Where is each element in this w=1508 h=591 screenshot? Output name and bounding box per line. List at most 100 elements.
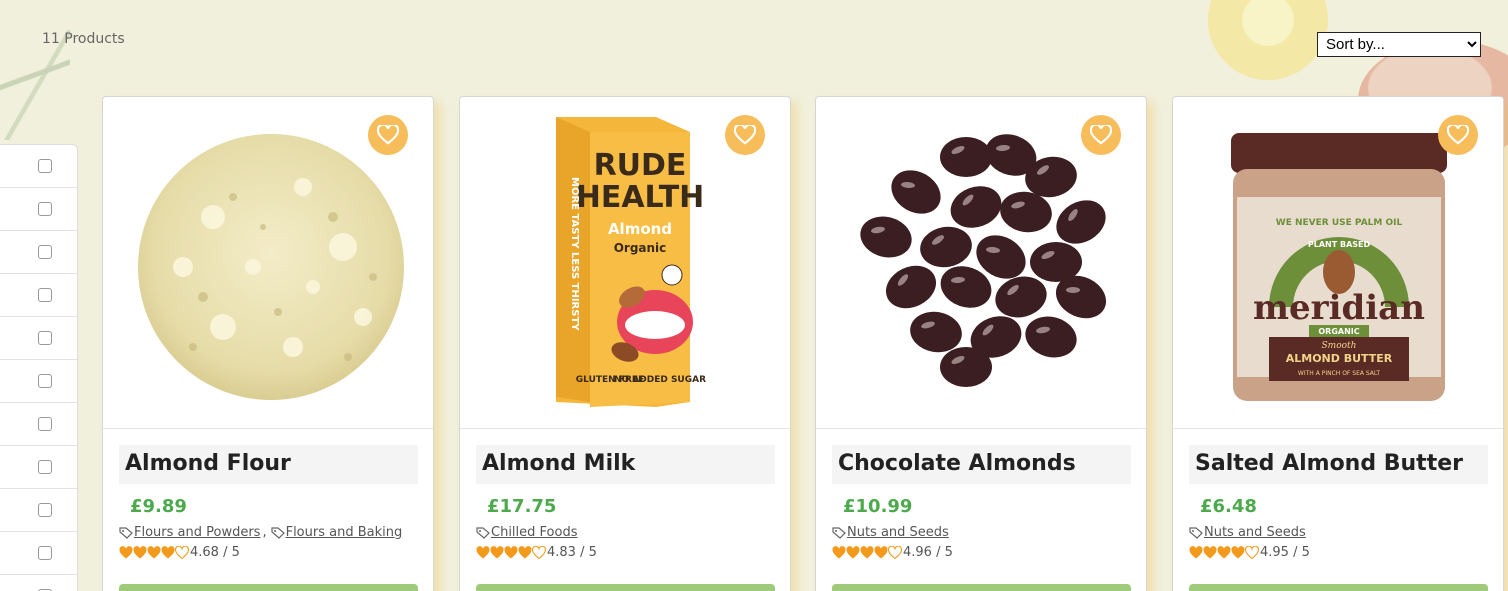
jar-tag: WITH A PINCH OF SEA SALT [1298,370,1381,377]
jar-sub-text: PLANT BASED [1308,240,1371,249]
rating-heart-filled-icon [1203,546,1217,559]
rating-heart-filled-icon [133,546,147,559]
filter-row [0,446,77,489]
rating-text: 4.83 / 5 [547,545,597,560]
rating-hearts [476,546,546,559]
chocolate-almond [891,170,941,214]
product-price: £6.48 [1200,496,1257,517]
filter-checkbox[interactable] [38,288,52,302]
jar-organic: ORGANIC [1318,327,1359,336]
filter-checkbox[interactable] [38,546,52,560]
rating-text: 4.96 / 5 [903,545,953,560]
product-image[interactable] [103,97,433,429]
jar-product: ALMOND BUTTER [1286,352,1393,365]
favorite-button[interactable] [725,115,765,155]
product-rating: 4.96 / 5 [832,545,953,560]
favorite-button[interactable] [1438,115,1478,155]
filter-row [0,575,77,591]
tag-icon [476,526,490,539]
add-to-basket-button[interactable] [476,584,775,591]
filter-row [0,360,77,403]
filter-row [0,489,77,532]
product-categories: Flours and Powders, Flours and Baking [119,525,402,540]
product-card[interactable]: Chocolate Almonds £10.99 Nuts and Seeds … [815,96,1147,591]
add-to-basket-button[interactable] [1189,584,1488,591]
carton-variant: Organic [614,241,667,255]
product-rating: 4.68 / 5 [119,545,240,560]
rating-heart-empty-icon [175,546,189,559]
filter-row [0,145,77,188]
filter-row [0,274,77,317]
carton-flavor: Almond [608,220,672,238]
add-to-basket-button[interactable] [119,584,418,591]
rating-heart-filled-icon [490,546,504,559]
category-link[interactable]: Nuts and Seeds [1204,525,1306,540]
chocolate-almond [1025,316,1077,358]
filter-checkbox[interactable] [38,503,52,517]
filter-checkbox[interactable] [38,331,52,345]
product-image[interactable]: RUDE HEALTH Almond Organic MORE TASTY LE… [460,97,790,429]
category-link[interactable]: Nuts and Seeds [847,525,949,540]
carton-side-text: MORE TASTY LESS THIRSTY [569,177,580,331]
rating-text: 4.95 / 5 [1260,545,1310,560]
carton-brand-line2: HEALTH [576,180,705,215]
filter-row [0,231,77,274]
filter-checkbox[interactable] [38,417,52,431]
product-name[interactable]: Almond Milk [476,445,775,484]
rating-hearts [1189,546,1259,559]
heart-icon [1090,125,1112,145]
product-rating: 4.95 / 5 [1189,545,1310,560]
rating-heart-filled-icon [860,546,874,559]
favorite-button[interactable] [368,115,408,155]
filter-checkbox[interactable] [38,202,52,216]
filter-row [0,403,77,446]
product-image[interactable]: WE NEVER USE PALM OIL PLANT BASED meridi… [1173,97,1503,429]
add-to-basket-button[interactable] [832,584,1131,591]
filter-checkbox[interactable] [38,374,52,388]
chocolate-almond [950,186,1002,228]
category-link[interactable]: Flours and Powders [134,525,260,540]
product-name[interactable]: Salted Almond Butter [1189,445,1488,484]
sort-select[interactable]: Sort by... [1317,32,1481,57]
product-price: £10.99 [843,496,913,517]
filter-checkbox[interactable] [38,159,52,173]
tag-icon [1189,526,1203,539]
chocolate-almond [940,347,992,387]
product-price: £17.75 [487,496,557,517]
rating-text: 4.68 / 5 [190,545,240,560]
carton-brand-line1: RUDE [594,148,687,183]
heart-icon [1447,125,1469,145]
rating-heart-filled-icon [1217,546,1231,559]
rating-hearts [119,546,189,559]
lemon-background-decoration [1208,0,1328,80]
filter-checkbox[interactable] [38,460,52,474]
heart-icon [734,125,756,145]
tag-icon [832,526,846,539]
filter-panel [0,144,78,591]
product-name[interactable]: Chocolate Almonds [832,445,1131,484]
jar-smooth: Smooth [1322,341,1357,351]
product-card[interactable]: Almond Flour £9.89 Flours and Powders, F… [102,96,434,591]
product-rating: 4.83 / 5 [476,545,597,560]
rating-heart-filled-icon [1231,546,1245,559]
product-name[interactable]: Almond Flour [119,445,418,484]
product-image[interactable] [816,97,1146,429]
filter-checkbox[interactable] [38,245,52,259]
product-card[interactable]: RUDE HEALTH Almond Organic MORE TASTY LE… [459,96,791,591]
tag-icon [270,526,285,539]
category-link[interactable]: Flours and Baking [286,525,403,540]
rating-heart-empty-icon [888,546,902,559]
filter-row [0,532,77,575]
product-card[interactable]: WE NEVER USE PALM OIL PLANT BASED meridi… [1172,96,1504,591]
jar-arc-text: WE NEVER USE PALM OIL [1276,218,1403,228]
rating-heart-filled-icon [119,546,133,559]
favorite-button[interactable] [1081,115,1121,155]
chocolate-almond [940,137,992,177]
jar-brand: meridian [1253,288,1425,328]
rating-heart-filled-icon [161,546,175,559]
category-link[interactable]: Chilled Foods [491,525,577,540]
rating-heart-empty-icon [532,546,546,559]
product-categories: Nuts and Seeds [1189,525,1306,540]
filter-row [0,188,77,231]
heart-icon [377,125,399,145]
